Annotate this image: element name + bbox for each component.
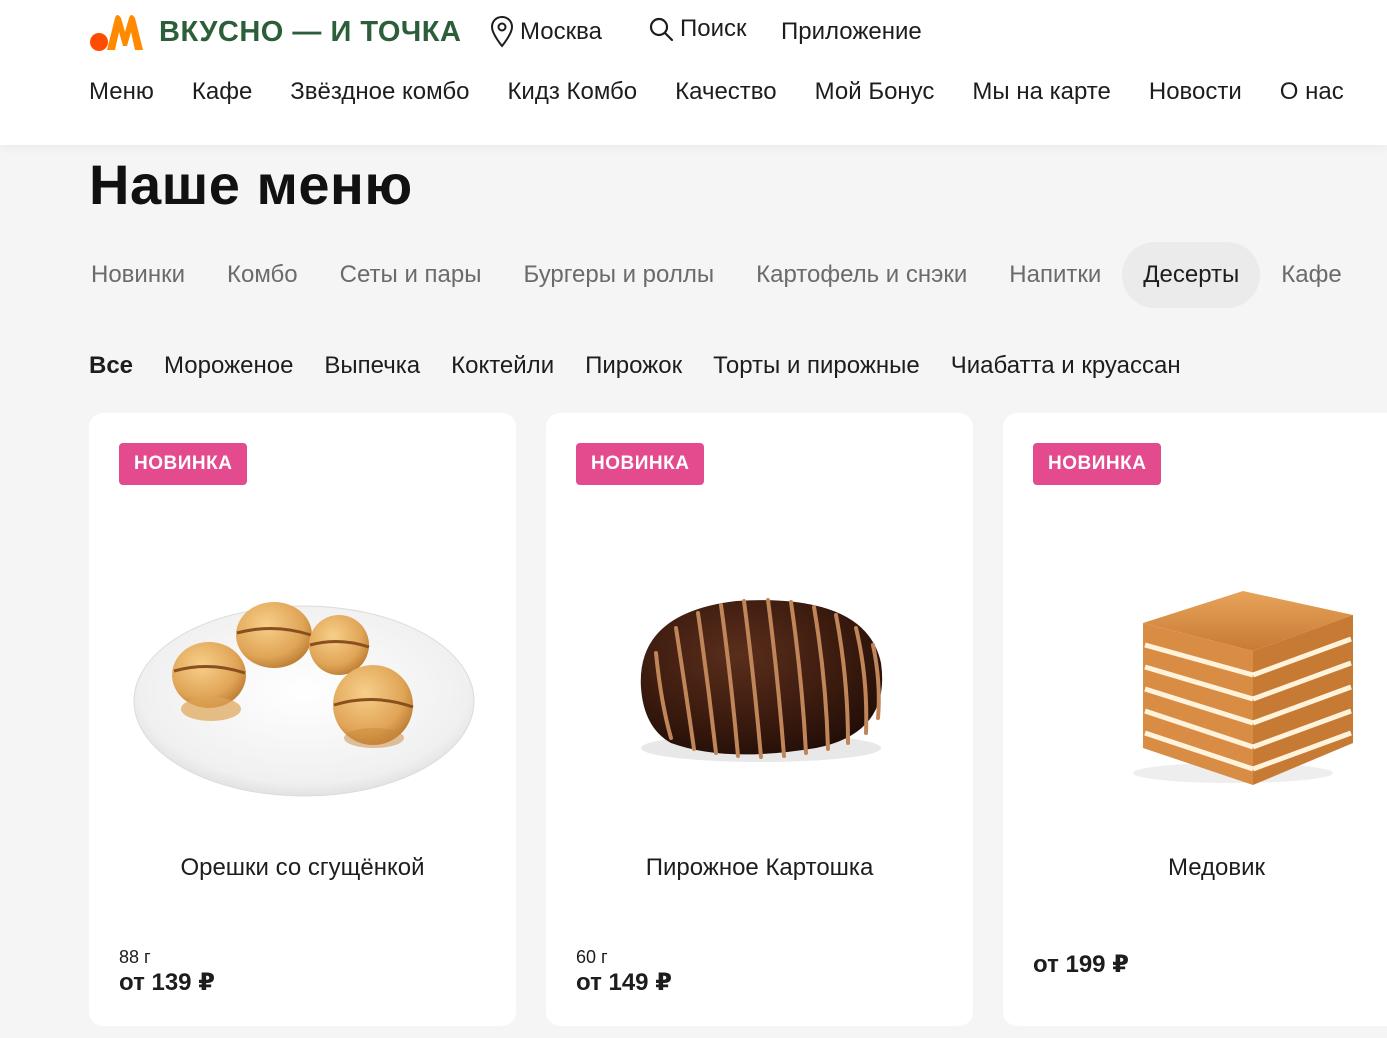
category-tab-drinks[interactable]: Напитки — [988, 242, 1122, 308]
new-badge: НОВИНКА — [576, 443, 705, 485]
subcategory-filters: Все Мороженое Выпечка Коктейли Пирожок Т… — [89, 352, 1212, 380]
category-tab-sets[interactable]: Сеты и пары — [319, 242, 503, 308]
category-tab-new[interactable]: Новинки — [70, 242, 206, 308]
product-price: от 149 ₽ — [576, 969, 672, 996]
new-badge: НОВИНКА — [119, 443, 248, 485]
nav-item-cafe[interactable]: Кафе — [192, 78, 252, 106]
nav-item-my-bonus[interactable]: Мой Бонус — [815, 78, 935, 106]
product-price: от 199 ₽ — [1033, 951, 1129, 978]
page-title: Наше меню — [89, 153, 413, 216]
product-name: Пирожное Картошка — [645, 854, 874, 881]
main-nav: Меню Кафе Звёздное комбо Кидз Комбо Каче… — [89, 78, 1382, 106]
city-selector[interactable]: Москва — [490, 15, 602, 49]
nav-item-menu[interactable]: Меню — [89, 78, 154, 106]
subcategory-ice-cream[interactable]: Мороженое — [164, 352, 293, 380]
nav-item-news[interactable]: Новости — [1149, 78, 1242, 106]
product-card[interactable]: НОВИНКА Медовик от 199 ₽ — [1003, 413, 1387, 1026]
nav-item-kids-combo[interactable]: Кидз Комбо — [507, 78, 637, 106]
subcategory-bakery[interactable]: Выпечка — [324, 352, 420, 380]
nav-item-map[interactable]: Мы на карте — [972, 78, 1110, 106]
product-card[interactable]: НОВИНКА Пирожное Картошка 60 г от 149 ₽ — [546, 413, 973, 1026]
product-weight: 88 г — [119, 947, 151, 967]
nav-item-star-combo[interactable]: Звёздное комбо — [290, 78, 469, 106]
city-name: Москва — [520, 18, 602, 45]
category-tab-cafe[interactable]: Кафе — [1260, 242, 1362, 308]
category-tab-fries[interactable]: Картофель и снэки — [735, 242, 988, 308]
logo-mark-icon — [90, 15, 143, 51]
subcategory-pie[interactable]: Пирожок — [585, 352, 682, 380]
subcategory-shakes[interactable]: Коктейли — [451, 352, 554, 380]
nut-cookies-image — [133, 602, 475, 797]
subcategory-all[interactable]: Все — [89, 352, 133, 380]
product-name: Медовик — [1167, 854, 1266, 881]
honey-cake-image — [1133, 591, 1353, 785]
category-tab-desserts[interactable]: Десерты — [1122, 242, 1261, 308]
nav-item-about[interactable]: О нас — [1280, 78, 1344, 106]
subcategory-ciabatta[interactable]: Чиабатта и круассан — [951, 352, 1181, 380]
new-badge: НОВИНКА — [1033, 443, 1162, 485]
brand-logo[interactable]: ВКУСНО — И ТОЧКА — [89, 12, 461, 52]
product-weight: 60 г — [576, 947, 608, 967]
location-pin-icon — [490, 15, 514, 48]
subcategory-cakes[interactable]: Торты и пирожные — [713, 352, 920, 380]
category-tab-burgers[interactable]: Бургеры и роллы — [502, 242, 735, 308]
search-icon — [649, 17, 674, 42]
product-price: от 139 ₽ — [119, 969, 215, 996]
kartoshka-cake-image — [640, 598, 883, 762]
app-link[interactable]: Приложение — [781, 18, 922, 46]
nav-item-quality[interactable]: Качество — [675, 78, 776, 106]
category-tab-combo[interactable]: Комбо — [206, 242, 319, 308]
search-button[interactable]: Поиск — [648, 15, 747, 43]
brand-name: ВКУСНО — И ТОЧКА — [159, 15, 462, 48]
product-name: Орешки со сгущёнкой — [180, 854, 425, 881]
product-card[interactable]: НОВИНКА Орешки со сгущёнкой 88 г от 139 … — [89, 413, 516, 1026]
site-header: ВКУСНО — И ТОЧКА Москва Поиск Приложение… — [0, 0, 1387, 145]
search-label: Поиск — [680, 15, 747, 42]
category-tabs: Новинки Комбо Сеты и пары Бургеры и ролл… — [70, 242, 1363, 308]
